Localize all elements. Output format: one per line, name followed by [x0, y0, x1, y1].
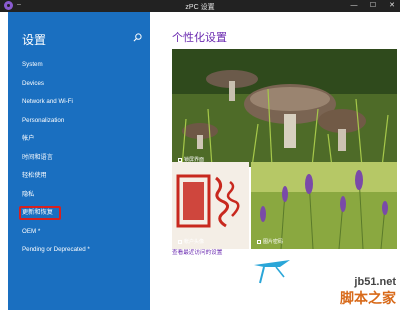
watermark: jb51.net 脚本之家: [340, 276, 396, 308]
feather-pen-icon: [254, 260, 290, 284]
mushroom-image: [172, 49, 397, 167]
sidebar-item-label: 轻松使用: [22, 172, 47, 179]
sidebar-item-label: 帐户: [22, 135, 35, 142]
lock-screen-tile[interactable]: 锁屏界面: [172, 49, 397, 167]
sidebar-item-label: Personalization: [22, 116, 65, 124]
tile-icon: [178, 157, 182, 162]
tile-label: 图片密码: [257, 238, 283, 245]
tile-icon: [178, 239, 182, 244]
sidebar-item-oem[interactable]: OEM *: [22, 223, 148, 242]
page-title: 个性化设置: [172, 32, 227, 44]
sidebar-item-network[interactable]: Network and Wi-Fi: [22, 93, 148, 112]
sidebar-item-label: 更新和恢复: [22, 209, 53, 216]
sidebar-item-label: 隐私: [22, 190, 35, 198]
sidebar-item-label: OEM *: [22, 227, 41, 235]
sidebar-item-pending-deprecated[interactable]: Pending or Deprecated *: [22, 241, 148, 260]
sidebar-item-time-language[interactable]: 时间和语言: [22, 149, 148, 168]
sidebar-item-accounts[interactable]: 帐户: [22, 130, 148, 149]
sidebar-item-system[interactable]: System: [22, 56, 148, 75]
sidebar-item-privacy[interactable]: 隐私: [22, 186, 148, 205]
tile-icon: [257, 239, 261, 244]
sidebar-item-devices[interactable]: Devices: [22, 75, 148, 94]
lavender-image: [251, 162, 397, 249]
main-content: 个性化设置 锁屏界面 帐户头像 图片密码 查看最近访问的设置: [150, 12, 400, 310]
sidebar-item-ease-of-access[interactable]: 轻松使用: [22, 167, 148, 186]
window-title: zPC 设置: [185, 4, 215, 11]
maximize-button[interactable]: ☐: [368, 0, 378, 12]
watermark-domain: jb51.net: [354, 276, 396, 288]
tile-label-text: 帐户头像: [184, 239, 205, 245]
window-controls: — ☐ ✕: [349, 0, 397, 12]
recent-settings-link[interactable]: 查看最近访问的设置: [172, 248, 222, 256]
tile-label: 帐户头像: [178, 238, 204, 245]
sidebar-item-label: 时间和语言: [22, 153, 53, 161]
minimize-button[interactable]: —: [349, 0, 359, 12]
picture-password-tile[interactable]: 图片密码: [251, 162, 397, 249]
sidebar-title: 设置: [22, 33, 47, 47]
watermark-brand: 脚本之家: [340, 290, 396, 306]
sidebar-item-label: Devices: [22, 79, 45, 87]
sidebar-item-label: System: [22, 61, 43, 68]
seal-image: [172, 162, 249, 249]
tile-label-text: 图片密码: [263, 239, 284, 245]
search-icon[interactable]: [133, 33, 142, 42]
title-bar: – zPC 设置 — ☐ ✕: [0, 0, 400, 12]
sidebar-item-label: Pending or Deprecated *: [22, 246, 90, 253]
close-button[interactable]: ✕: [387, 0, 397, 12]
sidebar: 设置 System Devices Network and Wi-Fi Pers…: [8, 12, 150, 310]
account-picture-tile[interactable]: 帐户头像: [172, 162, 249, 249]
sidebar-item-label: Network and Wi-Fi: [22, 98, 73, 105]
sidebar-menu: System Devices Network and Wi-Fi Persona…: [19, 56, 148, 260]
sidebar-item-update-recovery[interactable]: 更新和恢复: [19, 204, 148, 223]
sidebar-item-personalization[interactable]: Personalization: [22, 112, 148, 131]
